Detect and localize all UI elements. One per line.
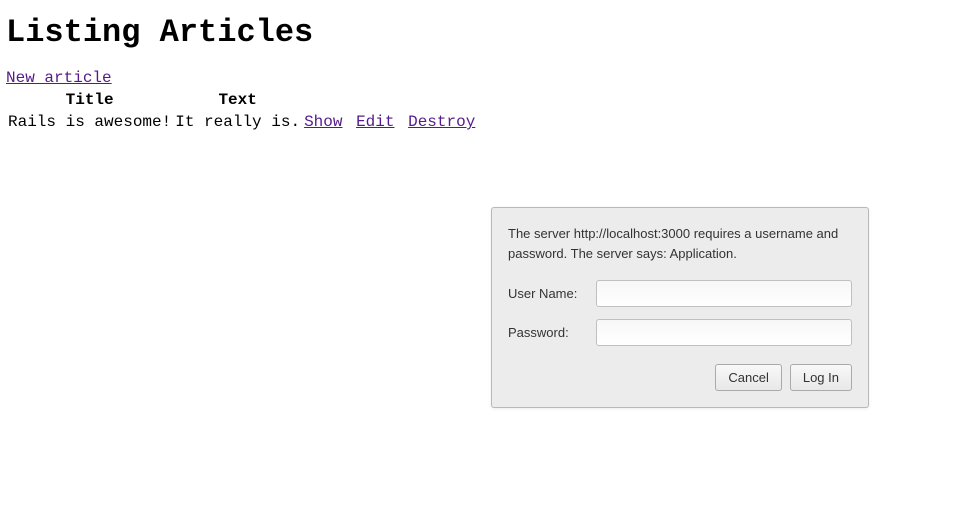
destroy-link[interactable]: Destroy xyxy=(408,113,475,131)
auth-dialog: The server http://localhost:3000 require… xyxy=(491,207,869,408)
cell-text: It really is. xyxy=(173,111,302,133)
col-header-title: Title xyxy=(6,89,173,111)
show-link[interactable]: Show xyxy=(304,113,342,131)
cell-title: Rails is awesome! xyxy=(6,111,173,133)
username-input[interactable] xyxy=(596,280,852,307)
col-header-text: Text xyxy=(173,89,302,111)
password-label: Password: xyxy=(508,325,596,340)
username-label: User Name: xyxy=(508,286,596,301)
cancel-button[interactable]: Cancel xyxy=(715,364,781,391)
login-button[interactable]: Log In xyxy=(790,364,852,391)
dialog-message: The server http://localhost:3000 require… xyxy=(508,224,852,264)
new-article-link[interactable]: New article xyxy=(6,69,112,87)
password-input[interactable] xyxy=(596,319,852,346)
page-heading: Listing Articles xyxy=(6,14,966,51)
table-row: Rails is awesome! It really is. Show Edi… xyxy=(6,111,477,133)
edit-link[interactable]: Edit xyxy=(356,113,394,131)
articles-table: Title Text Rails is awesome! It really i… xyxy=(6,89,477,133)
